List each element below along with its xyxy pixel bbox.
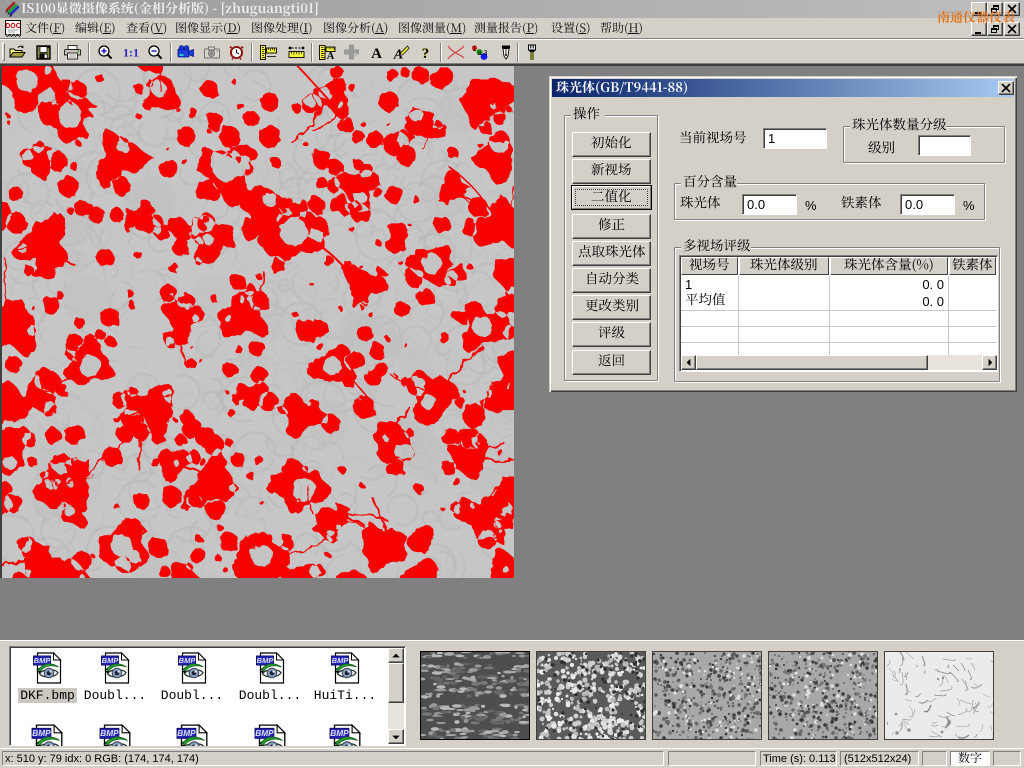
svg-text:?: ? — [422, 46, 430, 61]
svg-text:DOC: DOC — [5, 23, 21, 30]
svg-text:1: 1 — [473, 46, 477, 53]
svg-text:A: A — [327, 51, 335, 61]
svg-text:a: a — [478, 50, 482, 57]
svg-text:A: A — [371, 46, 382, 61]
svg-text:3: 3 — [484, 50, 488, 57]
svg-text:1:1: 1:1 — [123, 46, 139, 60]
